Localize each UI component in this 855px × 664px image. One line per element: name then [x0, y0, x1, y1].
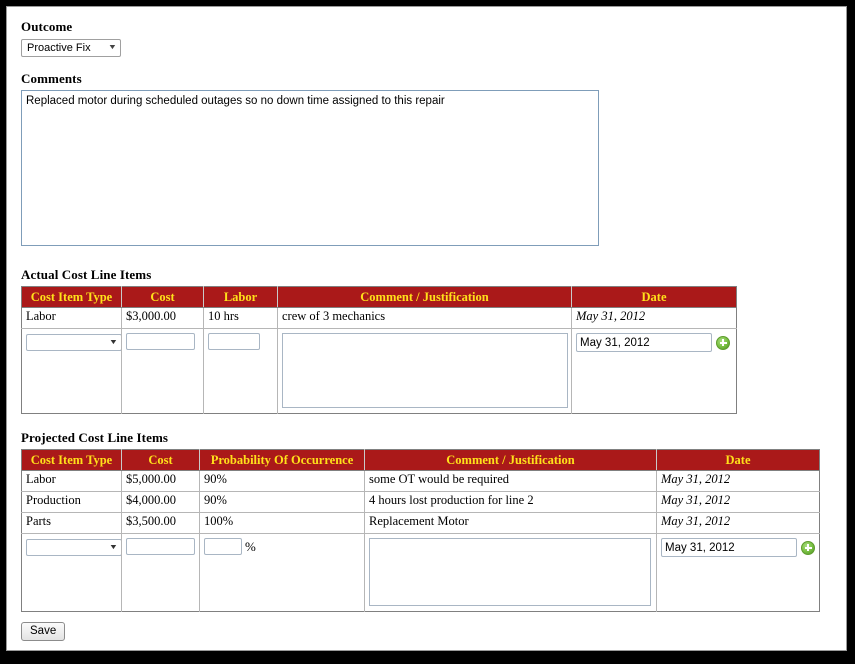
- actual-labor-input[interactable]: [208, 333, 260, 350]
- cell-cost: $3,000.00: [121, 307, 204, 329]
- add-calendar-icon[interactable]: [716, 335, 730, 350]
- save-button[interactable]: Save: [21, 622, 66, 641]
- actual-date-picker: [576, 333, 732, 352]
- cell-cost: $5,000.00: [121, 470, 200, 492]
- actual-cost-label: Actual Cost Line Items: [21, 267, 152, 282]
- column-header-date: Date: [656, 449, 820, 471]
- entry-cell-cost-item-type: ▼: [21, 533, 122, 612]
- outcome-label: Outcome: [21, 19, 73, 34]
- cell-probability: 90%: [199, 491, 365, 513]
- cell-cost: $3,500.00: [121, 512, 200, 534]
- entry-cell-date: [571, 328, 737, 414]
- actual-comment-textarea[interactable]: [282, 333, 568, 408]
- table-row: Labor $5,000.00 90% some OT would be req…: [21, 470, 820, 492]
- cell-date: May 31, 2012: [571, 307, 737, 329]
- entry-cell-labor: [203, 328, 278, 414]
- projected-cost-header-row: Cost Item Type Cost Probability Of Occur…: [21, 449, 820, 471]
- entry-cell-cost: [121, 328, 204, 414]
- column-header-probability-of-occurrence: Probability Of Occurrence: [199, 449, 365, 471]
- percent-sign-label: %: [245, 538, 256, 554]
- outcome-section: Outcome Proactive Fix ▼: [21, 19, 846, 57]
- actual-cost-item-type-select[interactable]: ▼: [26, 333, 121, 351]
- projected-cost-input[interactable]: [126, 538, 195, 555]
- actual-cost-section: Actual Cost Line Items Cost Item Type Co…: [21, 267, 846, 414]
- entry-cell-cost: [121, 533, 200, 612]
- comments-textarea[interactable]: [21, 90, 599, 246]
- column-header-cost: Cost: [121, 286, 204, 308]
- column-header-comment-justification: Comment / Justification: [364, 449, 657, 471]
- projected-comment-textarea[interactable]: [369, 538, 651, 606]
- cell-cost-item-type: Production: [21, 491, 122, 513]
- cell-cost-item-type: Labor: [21, 307, 122, 329]
- cell-date: May 31, 2012: [656, 470, 820, 492]
- cell-comment: some OT would be required: [364, 470, 657, 492]
- cell-cost-item-type: Labor: [21, 470, 122, 492]
- projected-date-picker: [661, 538, 815, 557]
- actual-cost-input[interactable]: [126, 333, 195, 350]
- cell-cost: $4,000.00: [121, 491, 200, 513]
- column-header-cost-item-type: Cost Item Type: [21, 449, 122, 471]
- cell-date: May 31, 2012: [656, 491, 820, 513]
- projected-probability-input[interactable]: [204, 538, 242, 555]
- projected-cost-table: Cost Item Type Cost Probability Of Occur…: [21, 449, 820, 612]
- entry-cell-comment: [364, 533, 657, 612]
- cell-date: May 31, 2012: [656, 512, 820, 534]
- chevron-down-icon: ▼: [108, 338, 119, 346]
- cell-comment: 4 hours lost production for line 2: [364, 491, 657, 513]
- table-row: Parts $3,500.00 100% Replacement Motor M…: [21, 512, 820, 534]
- cell-probability: 90%: [199, 470, 365, 492]
- chevron-down-icon: ▼: [108, 543, 119, 551]
- actual-cost-header-row: Cost Item Type Cost Labor Comment / Just…: [21, 286, 737, 308]
- outcome-select-value: Proactive Fix: [27, 42, 91, 54]
- projected-cost-item-type-select[interactable]: ▼: [26, 538, 121, 556]
- projected-cost-section: Projected Cost Line Items Cost Item Type…: [21, 430, 846, 612]
- cell-cost-item-type: Parts: [21, 512, 122, 534]
- column-header-cost: Cost: [121, 449, 200, 471]
- table-row: Labor $3,000.00 10 hrs crew of 3 mechani…: [21, 307, 737, 329]
- actual-cost-table: Cost Item Type Cost Labor Comment / Just…: [21, 286, 737, 414]
- projected-cost-label: Projected Cost Line Items: [21, 430, 169, 445]
- actual-cost-entry-row: ▼: [21, 328, 737, 414]
- comments-section: Comments: [21, 71, 846, 251]
- comments-label: Comments: [21, 71, 82, 86]
- cell-comment: Replacement Motor: [364, 512, 657, 534]
- column-header-comment-justification: Comment / Justification: [277, 286, 572, 308]
- cell-probability: 100%: [199, 512, 365, 534]
- entry-cell-date: [656, 533, 820, 612]
- cell-labor: 10 hrs: [203, 307, 278, 329]
- projected-date-input[interactable]: [661, 538, 797, 557]
- add-calendar-icon[interactable]: [801, 540, 815, 555]
- projected-cost-entry-row: ▼ %: [21, 533, 820, 612]
- outcome-select[interactable]: Proactive Fix ▼: [21, 39, 121, 57]
- table-row: Production $4,000.00 90% 4 hours lost pr…: [21, 491, 820, 513]
- entry-cell-comment: [277, 328, 572, 414]
- entry-cell-cost-item-type: ▼: [21, 328, 122, 414]
- column-header-date: Date: [571, 286, 737, 308]
- entry-cell-probability: %: [199, 533, 365, 612]
- cell-comment: crew of 3 mechanics: [277, 307, 572, 329]
- page-frame: Outcome Proactive Fix ▼ Comments Actual …: [6, 6, 847, 651]
- form-content: Outcome Proactive Fix ▼ Comments Actual …: [7, 7, 846, 641]
- column-header-labor: Labor: [203, 286, 278, 308]
- actual-date-input[interactable]: [576, 333, 712, 352]
- chevron-down-icon: ▼: [107, 44, 118, 51]
- column-header-cost-item-type: Cost Item Type: [21, 286, 122, 308]
